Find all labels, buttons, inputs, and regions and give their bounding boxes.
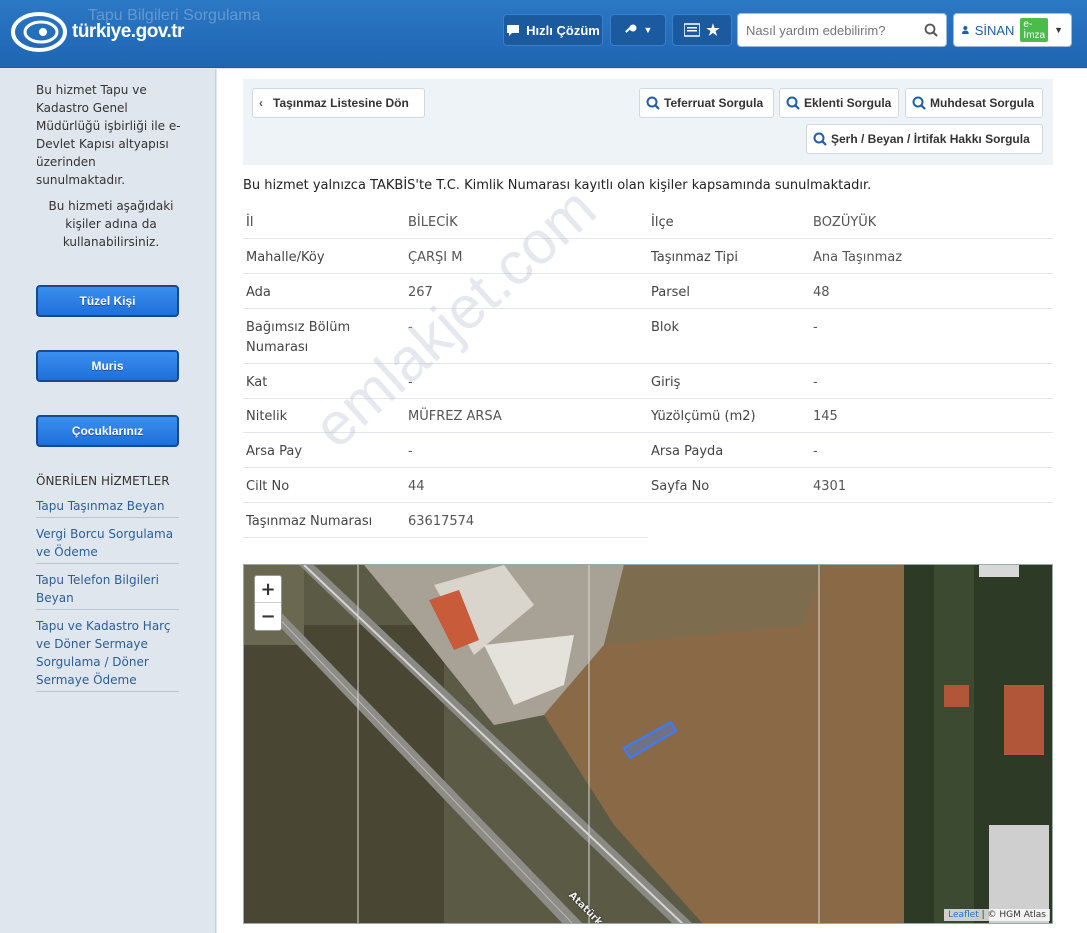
- user-name: SİNAN: [974, 22, 1015, 38]
- serh-beyan-query-button[interactable]: Şerh / Beyan / İrtifak Hakkı Sorgula: [806, 124, 1043, 154]
- user-icon: [962, 25, 969, 35]
- legal-entity-button[interactable]: Tüzel Kişi: [36, 285, 179, 317]
- chevron-down-icon: ▼: [1054, 25, 1063, 35]
- chevron-down-icon: ▼: [643, 25, 653, 35]
- logo-swirl-icon: [11, 12, 67, 52]
- muhdesat-query-button[interactable]: Muhdesat Sorgula: [905, 88, 1043, 118]
- value-nitelik: MÜFREZ ARSA: [408, 409, 502, 424]
- chevron-left-icon: ‹: [259, 96, 263, 110]
- leaflet-link[interactable]: Leaflet: [948, 910, 979, 920]
- value-tasinmaz-numarasi: 63617574: [408, 514, 475, 529]
- label-nitelik: Nitelik: [246, 409, 288, 424]
- attribution-text: | © HGM Atlas: [981, 910, 1046, 920]
- search-icon: [912, 96, 926, 110]
- favorites-button[interactable]: ★: [672, 14, 732, 46]
- value-arsa-pay: -: [408, 444, 413, 459]
- value-arsa-payda: -: [813, 444, 818, 459]
- search-icon: [646, 96, 660, 110]
- detail-query-button[interactable]: Teferruat Sorgula: [639, 88, 774, 118]
- quick-solution-button[interactable]: Hızlı Çözüm: [503, 14, 603, 46]
- search-input[interactable]: [746, 22, 924, 38]
- value-bagimsiz-bolum: -: [408, 320, 413, 335]
- label-sayfa-no: Sayfa No: [651, 479, 710, 494]
- service-notice: Bu hizmet yalnızca TAKBİS'te T.C. Kimlik…: [243, 178, 872, 193]
- satellite-imagery: [244, 565, 1052, 923]
- zoom-control: + −: [254, 575, 282, 631]
- zoom-out-button[interactable]: −: [255, 603, 281, 630]
- top-header: Tapu Bilgileri Sorgulama türkiye.gov.tr …: [0, 0, 1087, 68]
- parcel-map[interactable]: Atatürk C... + − Leaflet | © HGM Atlas: [243, 564, 1053, 924]
- value-il: BİLECİK: [408, 215, 458, 230]
- annex-query-button[interactable]: Eklenti Sorgula: [779, 88, 899, 118]
- label-bagimsiz-bolum: Bağımsız Bölüm Numarası: [246, 320, 351, 355]
- recommended-heading: ÖNERİLEN HİZMETLER: [36, 474, 170, 488]
- label-mahalle: Mahalle/Köy: [246, 250, 325, 265]
- chat-icon: [507, 25, 520, 36]
- value-kat: -: [408, 375, 413, 390]
- label-tasinmaz-tipi: Taşınmaz Tipi: [651, 250, 738, 265]
- search-icon[interactable]: [924, 23, 938, 37]
- logo-text: türkiye.gov.tr: [72, 21, 184, 42]
- left-sidebar: Bu hizmet Tapu ve Kadastro Genel Müdürlü…: [0, 69, 216, 933]
- user-menu-button[interactable]: SİNAN e-İmza ▼: [953, 13, 1072, 47]
- label-blok: Blok: [651, 320, 680, 335]
- label-cilt-no: Cilt No: [246, 479, 290, 494]
- value-sayfa-no: 4301: [813, 479, 847, 494]
- main-content: ‹ Taşınmaz Listesine Dön Teferruat Sorgu…: [217, 69, 1087, 933]
- label-arsa-pay: Arsa Pay: [246, 444, 303, 459]
- on-behalf-text: Bu hizmeti aşağıdaki kişiler adına da ku…: [48, 199, 174, 249]
- link-harc-doner-sermaye[interactable]: Tapu ve Kadastro Harç ve Döner Sermaye S…: [36, 617, 179, 692]
- label-ilce: İlçe: [651, 215, 674, 230]
- service-intro-text: Bu hizmet Tapu ve Kadastro Genel Müdürlü…: [36, 83, 181, 187]
- value-mahalle: ÇARŞI M: [408, 250, 463, 265]
- value-blok: -: [813, 320, 818, 335]
- accessibility-dropdown[interactable]: ▼: [610, 14, 666, 46]
- key-icon: [624, 24, 637, 33]
- value-cilt-no: 44: [408, 479, 425, 494]
- link-tapu-beyan[interactable]: Tapu Taşınmaz Beyan: [36, 497, 179, 518]
- label-yuzolcumu: Yüzölçümü (m2): [651, 409, 756, 424]
- label-ada: Ada: [246, 285, 271, 300]
- value-parsel: 48: [813, 285, 830, 300]
- label-arsa-payda: Arsa Payda: [651, 444, 724, 459]
- search-icon: [786, 96, 800, 110]
- search-icon: [813, 132, 827, 146]
- link-vergi-borcu[interactable]: Vergi Borcu Sorgulama ve Ödeme: [36, 525, 179, 564]
- star-icon: ★: [706, 22, 720, 39]
- label-il: İl: [246, 215, 254, 230]
- value-giris: -: [813, 375, 818, 390]
- esignature-badge: e-İmza: [1020, 18, 1049, 42]
- value-ilce: BOZÜYÜK: [813, 215, 877, 230]
- map-attribution: Leaflet | © HGM Atlas: [944, 909, 1050, 921]
- deceased-button[interactable]: Muris: [36, 350, 179, 382]
- value-ada: 267: [408, 285, 433, 300]
- label-parsel: Parsel: [651, 285, 690, 300]
- value-yuzolcumu: 145: [813, 409, 838, 424]
- action-toolbar: ‹ Taşınmaz Listesine Dön Teferruat Sorgu…: [243, 79, 1053, 165]
- site-logo[interactable]: türkiye.gov.tr: [10, 10, 184, 54]
- label-giris: Giriş: [651, 375, 681, 390]
- back-to-list-button[interactable]: ‹ Taşınmaz Listesine Dön: [252, 88, 425, 118]
- label-tasinmaz-numarasi: Taşınmaz Numarası: [246, 514, 373, 529]
- label-kat: Kat: [246, 375, 268, 390]
- list-icon: [684, 23, 701, 37]
- search-field[interactable]: [737, 13, 947, 47]
- children-button[interactable]: Çocuklarınız: [36, 415, 179, 447]
- value-tasinmaz-tipi: Ana Taşınmaz: [813, 250, 903, 265]
- zoom-in-button[interactable]: +: [255, 576, 281, 603]
- link-telefon-beyan[interactable]: Tapu Telefon Bilgileri Beyan: [36, 571, 179, 610]
